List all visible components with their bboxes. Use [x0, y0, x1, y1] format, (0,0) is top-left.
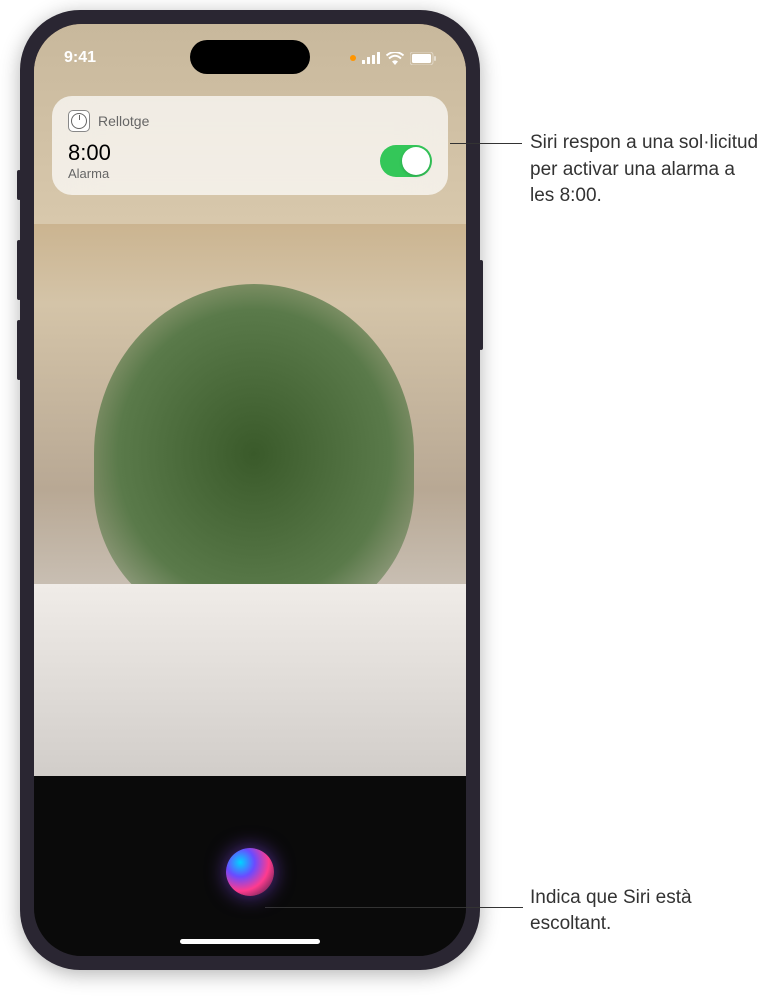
notification-app-name: Rellotge — [98, 113, 149, 129]
callout-line — [265, 907, 523, 908]
dynamic-island[interactable] — [190, 40, 310, 74]
status-time: 9:41 — [64, 49, 96, 67]
status-icons — [350, 52, 436, 65]
callout-line — [450, 143, 522, 144]
battery-icon — [410, 52, 436, 65]
siri-orb-icon[interactable] — [226, 848, 274, 896]
siri-callout-text: Indica que Siri està escoltant. — [530, 885, 760, 938]
volume-up-button — [17, 240, 21, 300]
location-indicator-icon — [350, 55, 356, 61]
phone-frame: 9:41 — [20, 10, 480, 970]
notification-header: Rellotge — [68, 110, 432, 132]
cellular-signal-icon — [362, 52, 380, 64]
phone-screen: 9:41 — [34, 24, 466, 956]
siri-alarm-notification[interactable]: Rellotge 8:00 Alarma — [52, 96, 448, 195]
notification-callout-text: Siri respon a una sol·licitud per activa… — [530, 130, 760, 210]
alarm-time: 8:00 — [68, 140, 111, 166]
clock-app-icon — [68, 110, 90, 132]
alarm-toggle[interactable] — [380, 145, 432, 177]
power-button — [479, 260, 483, 350]
wifi-icon — [386, 52, 404, 65]
home-indicator[interactable] — [180, 939, 320, 944]
silence-switch — [17, 170, 21, 200]
notification-body: 8:00 Alarma — [68, 140, 432, 181]
notification-content: 8:00 Alarma — [68, 140, 111, 181]
alarm-label: Alarma — [68, 166, 111, 181]
volume-down-button — [17, 320, 21, 380]
